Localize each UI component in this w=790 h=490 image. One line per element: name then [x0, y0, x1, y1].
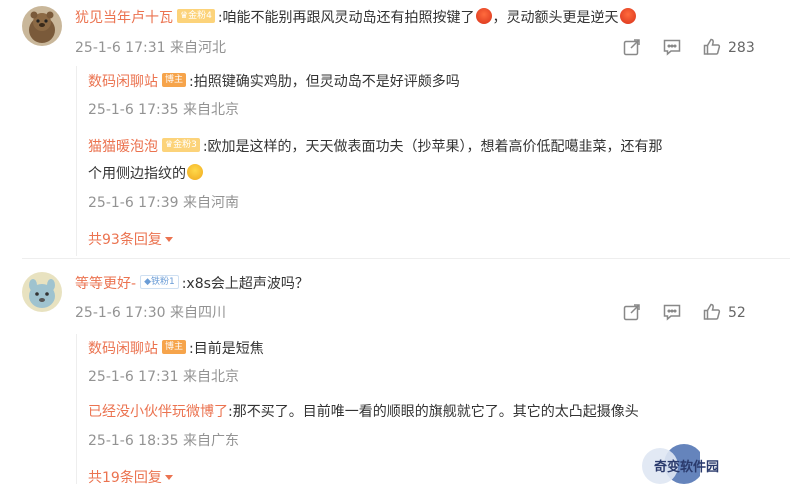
- fan-badge-label: 铁粉1: [150, 277, 175, 287]
- angry-emoji-icon: [475, 8, 492, 24]
- username-link[interactable]: 数码闲聊站: [88, 74, 158, 90]
- avatar[interactable]: [22, 6, 62, 46]
- fan-badge-label: 金粉4: [188, 11, 212, 21]
- comment-actions: 52: [622, 302, 772, 324]
- fan-badge-label: 金粉3: [173, 140, 197, 150]
- like-count: 283: [728, 40, 755, 56]
- angry-emoji-icon: [619, 8, 636, 24]
- comment-text-cont: ，灵动额头更是逆天: [492, 10, 619, 26]
- like-icon[interactable]: [702, 37, 722, 59]
- reply-text-cont: 个用侧边指纹的: [88, 166, 186, 182]
- reply-meta: 25-1-6 17:35 来自北京: [88, 102, 239, 118]
- reply-body: 数码闲聊站 博主:拍照键确实鸡肋，但灵动岛不是好评颇多吗: [88, 72, 460, 92]
- comment-icon[interactable]: [662, 37, 682, 59]
- reply-list: 数码闲聊站 博主:拍照键确实鸡肋，但灵动岛不是好评颇多吗 25-1-6 17:35…: [76, 66, 777, 256]
- blogger-badge: 博主: [162, 340, 187, 354]
- caret-down-icon: [164, 237, 173, 242]
- blogger-badge: 博主: [162, 73, 187, 87]
- share-icon[interactable]: [622, 302, 642, 324]
- diamond-icon: ◆: [144, 277, 151, 287]
- more-replies-link[interactable]: 共19条回复: [88, 468, 173, 488]
- comment-meta: 25-1-6 17:30 来自四川: [75, 305, 226, 321]
- divider: [22, 258, 790, 259]
- like-icon[interactable]: [702, 302, 722, 324]
- avatar[interactable]: [22, 272, 62, 312]
- username-link[interactable]: 数码闲聊站: [88, 341, 158, 357]
- username-link[interactable]: 犹见当年卢十瓦: [75, 10, 173, 26]
- reply-body-cont: 个用侧边指纹的: [88, 164, 204, 184]
- caret-down-icon: [164, 475, 173, 480]
- username-link[interactable]: 已经没小伙伴玩微博了: [88, 404, 228, 420]
- comment-text: :咱能不能别再跟风灵动岛还有拍照按键了: [217, 10, 475, 26]
- comment-body: 犹见当年卢十瓦 ♛金粉4:咱能不能别再跟风灵动岛还有拍照按键了 ，灵动额头更是逆天: [75, 8, 637, 28]
- fan-badge[interactable]: ♛金粉3: [162, 138, 200, 152]
- reply-body: 猫猫暖泡泡 ♛金粉3:欧加是这样的，天天做表面功夫（抄苹果），想着高价低配噶韭菜，…: [88, 137, 663, 157]
- watermark-text: 奇变软件园: [654, 460, 720, 475]
- fan-badge[interactable]: ◆铁粉1: [140, 275, 179, 289]
- comment-icon[interactable]: [662, 302, 682, 324]
- username-link[interactable]: 等等更好-: [75, 276, 136, 292]
- comment-body: 等等更好- ◆铁粉1:x8s会上超声波吗？: [75, 274, 309, 294]
- like-count: 52: [728, 305, 746, 321]
- reply-text: :拍照键确实鸡肋，但灵动岛不是好评颇多吗: [189, 74, 460, 90]
- site-watermark: 奇变软件园: [640, 442, 730, 486]
- comment-actions: 283: [622, 37, 772, 59]
- username-link[interactable]: 猫猫暖泡泡: [88, 139, 158, 155]
- crown-icon: ♛: [180, 11, 189, 21]
- reply-body: 已经没小伙伴玩微博了:那不买了。目前唯一看的顺眼的旗舰就它了。其它的太凸起摄像头: [88, 402, 639, 422]
- reply-text: :那不买了。目前唯一看的顺眼的旗舰就它了。其它的太凸起摄像头: [228, 404, 639, 420]
- more-replies-link[interactable]: 共93条回复: [88, 230, 173, 250]
- crown-icon: ♛: [165, 140, 174, 150]
- fan-badge[interactable]: ♛金粉4: [177, 9, 215, 23]
- comment-meta: 25-1-6 17:31 来自河北: [75, 40, 226, 56]
- reply-body: 数码闲聊站 博主:目前是短焦: [88, 339, 264, 359]
- reply-text: :欧加是这样的，天天做表面功夫（抄苹果），想着高价低配噶韭菜，还有那: [202, 139, 663, 155]
- reply-meta: 25-1-6 17:39 来自河南: [88, 195, 239, 211]
- reply-text: :目前是短焦: [189, 341, 264, 357]
- more-replies-label: 共93条回复: [88, 232, 162, 248]
- laugh-emoji-icon: [187, 164, 203, 180]
- comment-text: :x8s会上超声波吗？: [181, 276, 309, 292]
- share-icon[interactable]: [622, 37, 642, 59]
- more-replies-label: 共19条回复: [88, 470, 162, 486]
- reply-meta: 25-1-6 17:31 来自北京: [88, 369, 239, 385]
- reply-meta: 25-1-6 18:35 来自广东: [88, 433, 239, 449]
